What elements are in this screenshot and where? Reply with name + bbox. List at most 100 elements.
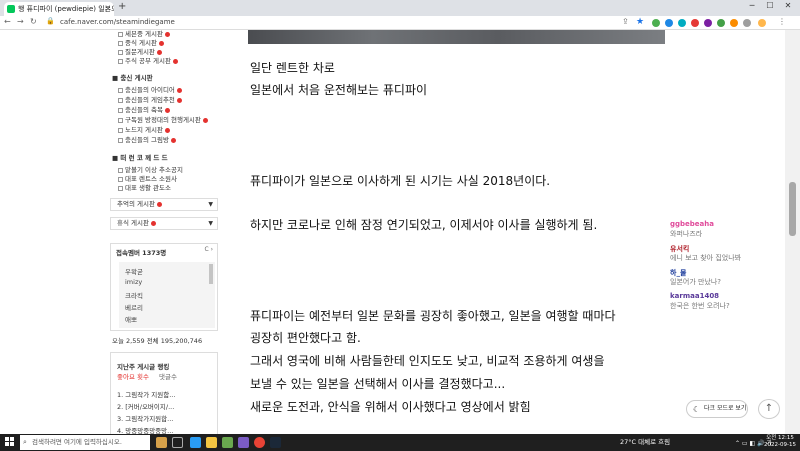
close-window-icon[interactable]: ✕: [780, 1, 796, 10]
page-scrollbar[interactable]: [785, 30, 800, 434]
back-icon[interactable]: ←: [4, 17, 11, 26]
maximize-icon[interactable]: ☐: [762, 1, 778, 10]
members-scrollbar[interactable]: [209, 264, 213, 284]
member-name[interactable]: 크라킥: [125, 290, 143, 300]
chevron-down-icon: ▼: [208, 220, 213, 227]
new-badge-icon: [202, 117, 208, 123]
tray-dragon-icon[interactable]: [156, 437, 167, 448]
article-line: 새로운 도전과, 안식을 위해서 이사했다고 영상에서 밝힘: [250, 400, 531, 414]
sidebar-item[interactable]: 노드지 게시판: [118, 124, 170, 134]
member-name[interactable]: imizy: [125, 278, 142, 286]
chat-message: 에니 보고 찾아 집었나봐: [670, 254, 742, 262]
rest-board-toggle[interactable]: 휴식 게시판 ▼: [110, 217, 218, 230]
reload-icon[interactable]: ↻: [30, 17, 37, 26]
article-line: 퓨디파이는 예전부터 일본 문화를 굉장히 좋아했고, 일본을 여행할 때마다: [250, 309, 616, 323]
members-list[interactable]: 우왁굳 imizy 크라킥 베르리 애뽀: [119, 262, 215, 328]
extension-icon[interactable]: [730, 19, 738, 27]
dark-mode-button[interactable]: ☾ 다크 모드로 보기: [686, 400, 748, 418]
profile-avatar[interactable]: [758, 19, 766, 27]
browser-tab-bar: 행 퓨디파이 (pewdiepie) 일본으... ✕ + ─ ☐ ✕: [0, 0, 800, 16]
new-badge-icon: [170, 137, 176, 143]
close-tab-icon[interactable]: ✕: [105, 2, 111, 16]
lock-icon: 🔒: [46, 17, 55, 25]
new-badge-icon: [156, 49, 162, 55]
ranking-title: 지난주 게시글 랭킹: [117, 363, 170, 371]
board-icon: [118, 117, 123, 123]
board-icon: [118, 185, 123, 191]
new-badge-icon: [164, 107, 170, 113]
article-line: 퓨디파이가 일본으로 이사하게 된 시기는 사실 2018년이다.: [250, 174, 551, 188]
edge-icon[interactable]: [190, 437, 201, 448]
ranking-item[interactable]: 1. 그림작가 지원함...: [117, 389, 175, 399]
article-line: 일단 렌트한 차로: [250, 61, 335, 75]
members-refresh-icon[interactable]: C ›: [205, 246, 214, 253]
chat-message: 와퍼나즈라: [670, 230, 703, 238]
board-icon: [118, 107, 123, 113]
scrollbar-thumb[interactable]: [789, 182, 796, 236]
article-line: 굉장히 편안했다고 함.: [250, 331, 361, 345]
member-name[interactable]: 애뽀: [125, 314, 137, 324]
new-badge-icon: [158, 40, 164, 46]
article-line: 그래서 영국에 비해 사람들한테 인지도도 낮고, 비교적 조용하게 여생을: [250, 354, 605, 368]
taskbar-search-input[interactable]: ⌕ 검색하려면 여기에 입력하십시오.: [20, 435, 150, 450]
sidebar-item[interactable]: 충신들의 아이디어: [118, 84, 182, 94]
windows-start-icon[interactable]: [5, 437, 15, 447]
url-field[interactable]: cafe.naver.com/steamindiegame: [60, 18, 175, 26]
task-view-icon[interactable]: [172, 437, 183, 448]
member-name[interactable]: 우왁굳: [125, 266, 143, 276]
extension-icon[interactable]: [691, 19, 699, 27]
puzzle-icon[interactable]: [743, 19, 751, 27]
ranking-item[interactable]: 3. 그림작가지원합...: [117, 413, 173, 423]
weekly-ranking-panel: 지난주 게시글 랭킹 좋아요 횟수 댓글수 1. 그림작가 지원함... 2. …: [110, 352, 218, 434]
windows-taskbar: ⌕ 검색하려면 여기에 입력하십시오. 27°C 대체로 흐림 ⌃ ▭ ◧ 🔊 …: [0, 434, 800, 451]
steam-icon[interactable]: [270, 437, 281, 448]
new-badge-icon: [164, 127, 170, 133]
new-badge-icon: [156, 201, 162, 207]
member-name[interactable]: 베르리: [125, 302, 143, 312]
memories-board-toggle[interactable]: 추억의 게시판 ▼: [110, 198, 218, 211]
forward-icon[interactable]: →: [17, 17, 24, 26]
scroll-to-top-button[interactable]: ↑: [758, 399, 780, 419]
board-icon: [118, 49, 123, 55]
tab-title: 행 퓨디파이 (pewdiepie) 일본으...: [18, 5, 114, 13]
board-icon: [118, 167, 123, 173]
new-badge-icon: [176, 97, 182, 103]
sidebar-item[interactable]: 주식 공부 게시판: [118, 55, 178, 65]
bookmark-star-icon[interactable]: ★: [636, 17, 644, 27]
share-icon[interactable]: ⇪: [622, 17, 629, 26]
chrome-icon[interactable]: [254, 437, 265, 448]
tab-likes[interactable]: 좋아요 횟수: [117, 371, 149, 381]
extension-icon[interactable]: [652, 19, 660, 27]
browser-tab[interactable]: 행 퓨디파이 (pewdiepie) 일본으... ✕: [4, 2, 114, 16]
file-explorer-icon[interactable]: [206, 437, 217, 448]
extension-icon[interactable]: [704, 19, 712, 27]
sidebar-item[interactable]: 구독원 방정대의 현행게시판: [118, 114, 208, 124]
ranking-item[interactable]: 2. [커버/오버이지/...: [117, 401, 174, 411]
address-bar: ← → ↻ 🔒 cafe.naver.com/steamindiegame ⇪ …: [0, 16, 800, 30]
minimize-icon[interactable]: ─: [744, 1, 760, 10]
menu-dots-icon[interactable]: ⋮: [778, 17, 786, 26]
sidebar-item[interactable]: 충신들의 축복: [118, 104, 170, 114]
ranking-item[interactable]: 4. 망중망중망중망...: [117, 425, 173, 434]
board-icon: [118, 31, 123, 37]
tab-comments[interactable]: 댓글수: [159, 371, 177, 381]
online-members-panel: 접속멤버 1373명 C › 우왁굳 imizy 크라킥 베르리 애뽀: [110, 243, 218, 331]
sidebar-item[interactable]: 대표 생활 관도소: [118, 182, 171, 192]
board-icon: [118, 40, 123, 46]
extension-icon[interactable]: [678, 19, 686, 27]
new-tab-button[interactable]: +: [118, 1, 126, 12]
extension-icon[interactable]: [665, 19, 673, 27]
article-line: 보낼 수 있는 일본을 선택해서 이사를 결정했다고...: [250, 377, 506, 391]
extension-icon[interactable]: [717, 19, 725, 27]
sidebar-item[interactable]: 충신들의 게임추천: [118, 94, 182, 104]
chevron-down-icon: ▼: [208, 201, 213, 208]
new-badge-icon: [150, 220, 156, 226]
visual-studio-icon[interactable]: [238, 437, 249, 448]
taskbar-clock[interactable]: 오전 12:15 2022-09-15: [764, 435, 796, 449]
sidebar-item[interactable]: 충신들의 그림방: [118, 134, 176, 144]
minecraft-icon[interactable]: [222, 437, 233, 448]
article-body: 일단 렌트한 차로 일본에서 처음 운전해보는 퓨디파이 퓨디파이가 일본으로 …: [248, 30, 668, 434]
new-badge-icon: [176, 87, 182, 93]
board-icon: [118, 97, 123, 103]
weather-widget[interactable]: 27°C 대체로 흐림: [620, 436, 670, 449]
